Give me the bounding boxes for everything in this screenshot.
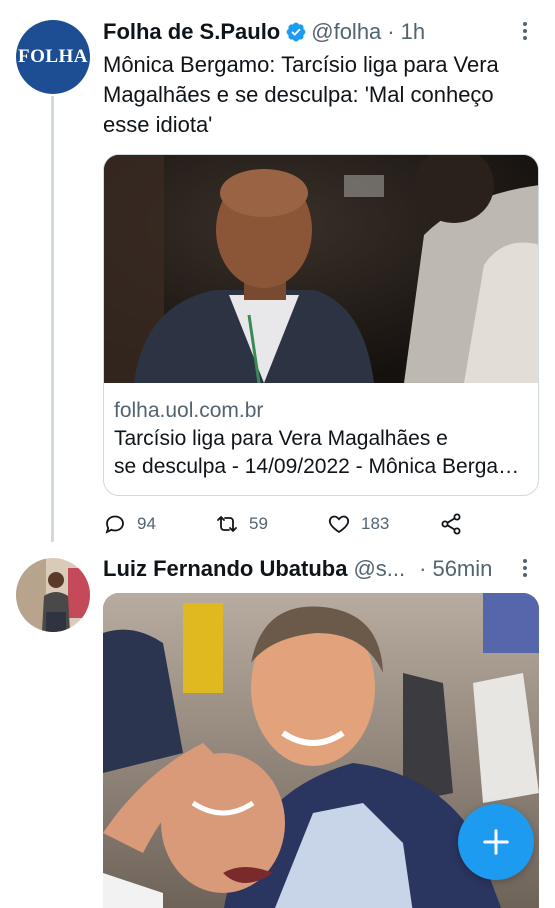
share-icon	[441, 513, 461, 535]
tweet-time[interactable]: 1h	[401, 18, 425, 46]
author-handle[interactable]: @s...	[353, 555, 405, 583]
link-card[interactable]: folha.uol.com.br Tarcísio liga para Vera…	[103, 154, 539, 496]
more-options-icon[interactable]	[515, 555, 535, 581]
author-handle[interactable]: @folha	[311, 18, 381, 46]
retweet-icon	[217, 516, 237, 532]
share-button[interactable]	[439, 512, 463, 536]
tweet-text: Mônica Bergamo: Tarcísio liga para Vera …	[103, 52, 499, 137]
retweet-count: 59	[249, 514, 268, 533]
plus-icon	[483, 829, 509, 855]
heart-icon	[328, 515, 350, 534]
folha-avatar[interactable]: FOLHA	[16, 20, 90, 94]
link-card-image	[104, 155, 538, 383]
reply-count: 94	[137, 514, 156, 533]
avatar-logo-text: FOLHA	[17, 46, 89, 67]
reply-icon	[105, 515, 124, 534]
link-card-title-line2: se desculpa - 14/09/2022 - Mônica Bergam…	[114, 455, 524, 478]
tweet-time[interactable]: 56min	[432, 555, 492, 583]
author-name[interactable]: Folha de S.Paulo	[103, 18, 280, 46]
retweet-button[interactable]: 59	[215, 512, 327, 536]
author-name[interactable]: Luiz Fernando Ubatuba	[103, 555, 347, 583]
thread-line	[51, 96, 54, 542]
tweet-header: Folha de S.Paulo @folha · 1h	[103, 18, 539, 46]
verified-badge-icon	[286, 22, 306, 42]
link-card-title-line1: Tarcísio liga para Vera Magalhães e	[114, 427, 448, 450]
tweet-actions: 94 59 183	[103, 512, 539, 536]
more-options-icon[interactable]	[515, 18, 535, 44]
tweet-header: Luiz Fernando Ubatuba @s... · 56min	[103, 555, 539, 583]
like-count: 183	[361, 514, 390, 533]
reply-button[interactable]: 94	[103, 512, 215, 536]
tweet-folha[interactable]: FOLHA Folha de S.Paulo @folha · 1h Mônic…	[0, 0, 555, 545]
separator-dot: ·	[419, 556, 427, 581]
user-avatar[interactable]	[16, 558, 90, 632]
link-card-domain: folha.uol.com.br	[114, 399, 264, 422]
separator-dot: ·	[387, 19, 395, 44]
like-button[interactable]: 183	[327, 512, 439, 536]
compose-tweet-button[interactable]	[458, 804, 534, 880]
